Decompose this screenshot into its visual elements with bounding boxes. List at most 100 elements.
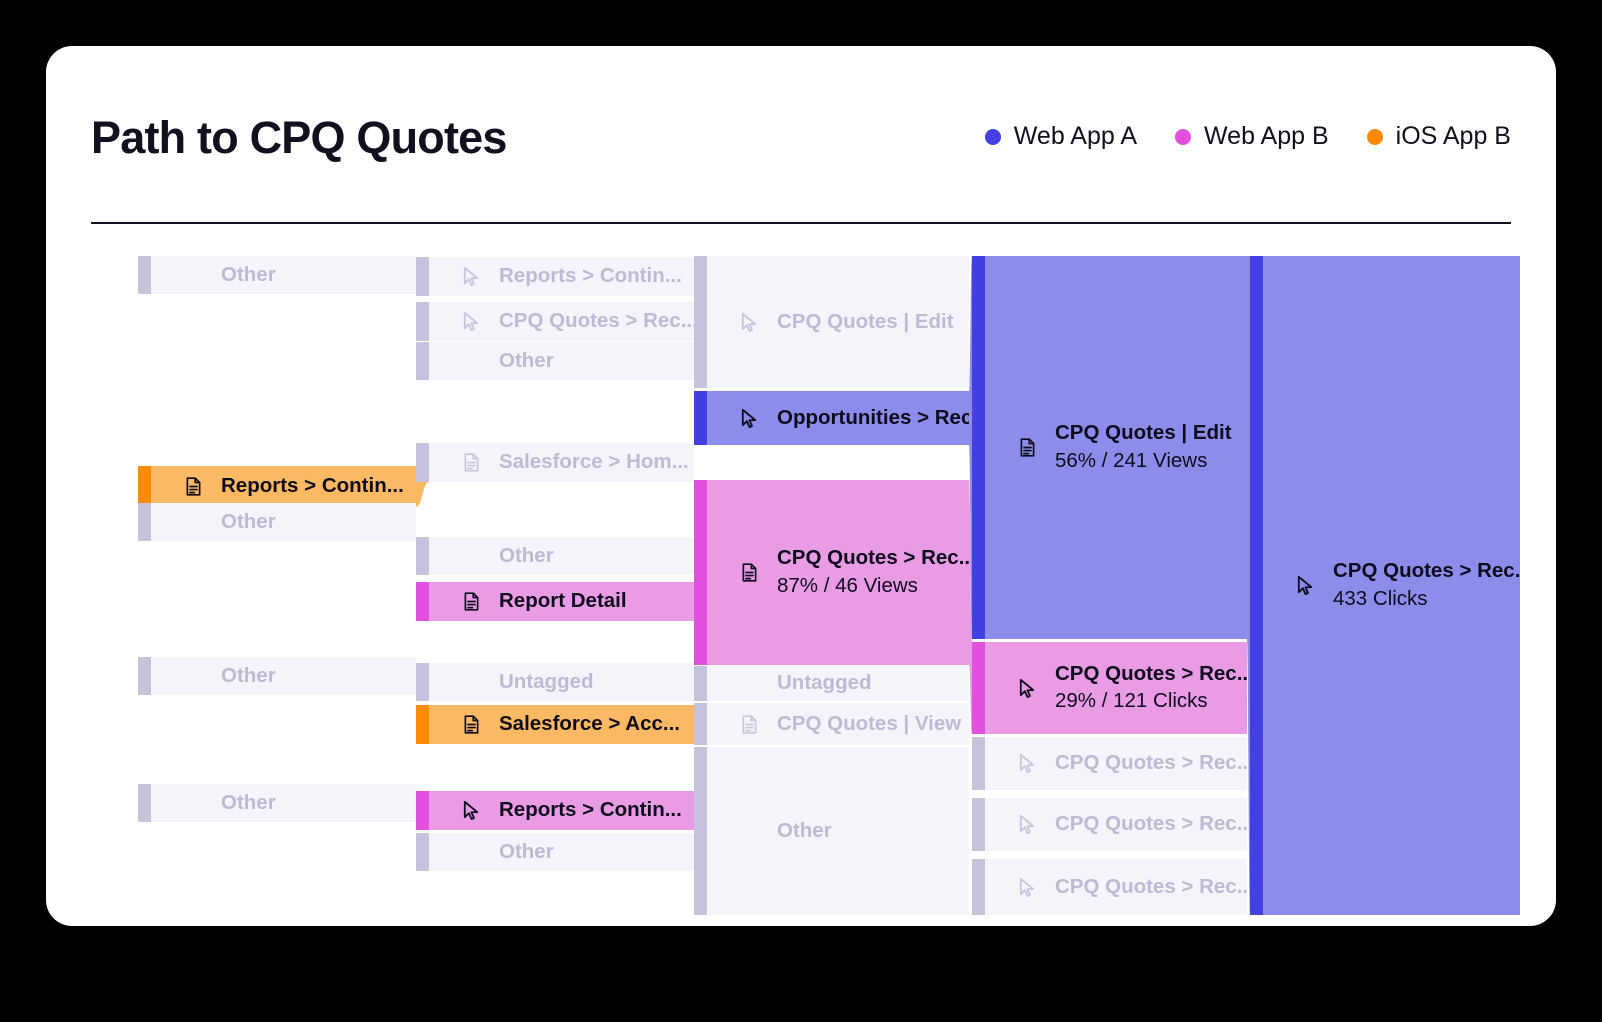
sankey-node-body: Other bbox=[151, 657, 416, 695]
sankey-node-bar bbox=[972, 737, 985, 790]
sankey-node[interactable]: Reports > Contin... bbox=[416, 791, 694, 830]
sankey-node[interactable]: CPQ Quotes > Rec... 29% / 121 Clicks bbox=[972, 642, 1247, 734]
sankey-node-body: Salesforce > Acc... bbox=[429, 705, 694, 744]
sankey-node[interactable]: CPQ Quotes | Edit bbox=[694, 256, 969, 388]
sankey-node[interactable]: CPQ Quotes > Rec... 87% / 46 Views bbox=[694, 480, 969, 665]
sankey-node-body: Other bbox=[429, 537, 694, 575]
sankey-node[interactable]: Reports > Contin... bbox=[416, 257, 694, 296]
sankey-node[interactable]: Other bbox=[138, 784, 416, 822]
sankey-node[interactable]: CPQ Quotes | Edit 56% / 241 Views bbox=[972, 256, 1247, 639]
sankey-node[interactable]: Untagged bbox=[694, 666, 969, 701]
sankey-node[interactable]: Other bbox=[694, 747, 969, 915]
cursor-icon bbox=[459, 798, 483, 824]
sankey-node-label: CPQ Quotes > Rec... bbox=[1055, 812, 1247, 836]
sankey-node-text: Other bbox=[499, 840, 554, 865]
sankey-node[interactable]: Salesforce > Hom... bbox=[416, 443, 694, 482]
sankey-node-body: CPQ Quotes > Rec... bbox=[985, 798, 1247, 851]
sankey-node[interactable]: CPQ Quotes > Rec... bbox=[972, 798, 1247, 851]
sankey-node[interactable]: Other bbox=[138, 503, 416, 541]
cursor-icon bbox=[1293, 573, 1317, 599]
sankey-node-label: Reports > Contin... bbox=[499, 798, 682, 822]
page-icon bbox=[459, 712, 483, 738]
sankey-node-body: CPQ Quotes > Rec... bbox=[429, 302, 694, 341]
sankey-node[interactable]: Reports > Contin... bbox=[138, 466, 416, 507]
sankey-node-label: Untagged bbox=[777, 671, 872, 695]
sankey-node-label: Other bbox=[499, 839, 554, 863]
page-icon bbox=[181, 474, 205, 500]
sankey-node-text: Untagged bbox=[499, 670, 594, 695]
sankey-node-label: CPQ Quotes | View bbox=[777, 711, 962, 735]
sankey-node-bar bbox=[416, 257, 429, 296]
sankey-node-text: CPQ Quotes > Rec... bbox=[1055, 875, 1247, 900]
sankey-node[interactable]: CPQ Quotes > Rec... 433 Clicks bbox=[1250, 256, 1520, 915]
sankey-node-text: CPQ Quotes > Rec... 87% / 46 Views bbox=[777, 546, 969, 598]
sankey-node-body: Other bbox=[707, 747, 969, 915]
sankey-node-label: CPQ Quotes > Rec... bbox=[1055, 751, 1247, 775]
cursor-icon bbox=[1015, 874, 1039, 900]
sankey-node-bar bbox=[694, 703, 707, 745]
sankey-node-bar bbox=[972, 642, 985, 734]
sankey-node-body: Reports > Contin... bbox=[429, 791, 694, 830]
sankey-node[interactable]: Opportunities > Rec... bbox=[694, 391, 969, 445]
sankey-node-bar bbox=[416, 537, 429, 575]
sankey-node-metric: 56% / 241 Views bbox=[1055, 448, 1208, 472]
sankey-node-label: Other bbox=[221, 509, 276, 533]
sankey-node-body: Other bbox=[429, 833, 694, 871]
sankey-node[interactable]: CPQ Quotes > Rec... bbox=[972, 737, 1247, 790]
sankey-node-bar bbox=[694, 391, 707, 445]
sankey-node-text: Other bbox=[777, 819, 832, 844]
sankey-diagram: Other Reports > Contin... Other Other Other R… bbox=[46, 46, 1556, 926]
sankey-node-text: Opportunities > Rec... bbox=[777, 406, 969, 431]
page-icon bbox=[1015, 435, 1039, 461]
sankey-node-text: CPQ Quotes > Rec... 29% / 121 Clicks bbox=[1055, 662, 1247, 714]
sankey-node-body: Report Detail bbox=[429, 582, 694, 621]
sankey-node-body: CPQ Quotes | View bbox=[707, 703, 969, 745]
sankey-node-body: CPQ Quotes | Edit 56% / 241 Views bbox=[985, 256, 1247, 639]
sankey-node[interactable]: Other bbox=[416, 833, 694, 871]
cursor-icon bbox=[459, 309, 483, 335]
sankey-node-text: Other bbox=[221, 263, 276, 288]
sankey-node-body: CPQ Quotes > Rec... bbox=[985, 859, 1247, 915]
sankey-node[interactable]: Other bbox=[138, 256, 416, 294]
page-icon bbox=[459, 450, 483, 476]
sankey-node[interactable]: CPQ Quotes > Rec... bbox=[972, 859, 1247, 915]
sankey-node-text: CPQ Quotes | View bbox=[777, 712, 961, 737]
sankey-node-bar bbox=[416, 791, 429, 830]
sankey-node[interactable]: Other bbox=[416, 342, 694, 380]
sankey-node-text: Other bbox=[221, 791, 276, 816]
sankey-node[interactable]: Other bbox=[416, 537, 694, 575]
sankey-node-metric: 87% / 46 Views bbox=[777, 573, 918, 597]
sankey-node-label: CPQ Quotes > Rec... bbox=[1055, 661, 1247, 685]
sankey-node-body: Opportunities > Rec... bbox=[707, 391, 969, 445]
page-icon bbox=[737, 560, 761, 586]
sankey-node[interactable]: Report Detail bbox=[416, 582, 694, 621]
sankey-node-label: Opportunities > Rec... bbox=[777, 405, 969, 429]
sankey-node-bar bbox=[416, 582, 429, 621]
sankey-node[interactable]: CPQ Quotes > Rec... bbox=[416, 302, 694, 341]
sankey-node-bar bbox=[694, 480, 707, 665]
sankey-node-text: Salesforce > Hom... bbox=[499, 450, 689, 475]
sankey-node[interactable]: Other bbox=[138, 657, 416, 695]
sankey-node-label: Untagged bbox=[499, 669, 594, 693]
sankey-node-text: Untagged bbox=[777, 671, 872, 696]
sankey-node-bar bbox=[416, 443, 429, 482]
sankey-node-bar bbox=[694, 747, 707, 915]
sankey-node-metric: 29% / 121 Clicks bbox=[1055, 689, 1208, 713]
sankey-node-label: Other bbox=[777, 818, 832, 842]
sankey-node-bar bbox=[972, 859, 985, 915]
sankey-node-label: CPQ Quotes > Rec... bbox=[499, 309, 694, 333]
sankey-node-bar bbox=[138, 256, 151, 294]
sankey-node-text: CPQ Quotes > Rec... 433 Clicks bbox=[1333, 559, 1520, 611]
sankey-node-bar bbox=[1250, 256, 1263, 915]
sankey-node-bar bbox=[694, 256, 707, 388]
sankey-node-label: CPQ Quotes > Rec... bbox=[1333, 559, 1520, 583]
cursor-icon bbox=[1015, 751, 1039, 777]
sankey-node[interactable]: Salesforce > Acc... bbox=[416, 705, 694, 744]
sankey-node-label: Reports > Contin... bbox=[499, 264, 682, 288]
sankey-node-text: Other bbox=[221, 664, 276, 689]
cursor-icon bbox=[459, 264, 483, 290]
sankey-node[interactable]: CPQ Quotes | View bbox=[694, 703, 969, 745]
sankey-node-bar bbox=[138, 657, 151, 695]
cursor-icon bbox=[1015, 812, 1039, 838]
sankey-node[interactable]: Untagged bbox=[416, 663, 694, 701]
